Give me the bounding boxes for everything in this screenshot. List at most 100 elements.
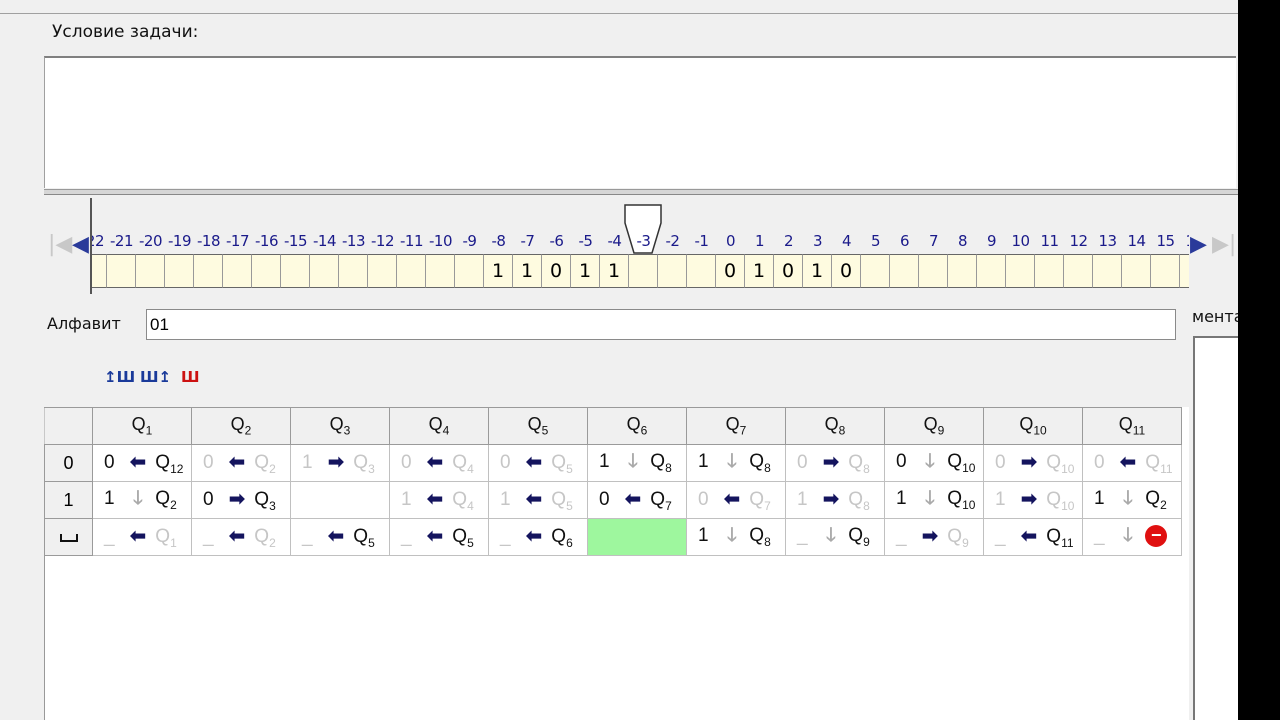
alphabet-input[interactable]: 01 xyxy=(146,309,1176,340)
state-header[interactable]: Q3 xyxy=(290,407,390,445)
transition-cell[interactable]: 0 ➡ Q3 xyxy=(191,481,291,519)
tape-right-icon[interactable]: ▶ xyxy=(1190,234,1207,256)
transition-cell[interactable]: 0 ➡ Q10 xyxy=(983,444,1083,482)
tape-cell[interactable] xyxy=(310,254,339,288)
transition-cell[interactable]: 1 ⬅ Q4 xyxy=(389,481,489,519)
tape-cell[interactable]: 0 xyxy=(832,254,861,288)
transition-cell[interactable]: 1 🡓 Q8 xyxy=(587,444,687,482)
state-header[interactable]: Q6 xyxy=(587,407,687,445)
tape-cell[interactable] xyxy=(107,254,136,288)
tape-cell[interactable]: 1 xyxy=(745,254,774,288)
transition-cell[interactable]: _ ⬅ Q5 xyxy=(389,518,489,556)
state-header[interactable]: Q2 xyxy=(191,407,291,445)
tape-cell[interactable] xyxy=(687,254,716,288)
tape-cell[interactable]: 1 xyxy=(600,254,629,288)
tape-home-icon[interactable]: |◀ xyxy=(48,234,72,256)
tape-cell[interactable] xyxy=(339,254,368,288)
state-header[interactable]: Q4 xyxy=(389,407,489,445)
transition-cell[interactable]: 1 ➡ Q3 xyxy=(290,444,390,482)
transition-cell[interactable] xyxy=(587,518,687,556)
symbol-row-header[interactable]: 0 xyxy=(44,444,93,482)
transition-cell[interactable]: _ 🡓 − xyxy=(1082,518,1182,556)
tape-cell[interactable] xyxy=(194,254,223,288)
splitter[interactable] xyxy=(44,189,1238,195)
transition-cell[interactable]: _ ⬅ Q11 xyxy=(983,518,1083,556)
transition-cell[interactable]: 0 ⬅ Q5 xyxy=(488,444,588,482)
transition-cell[interactable]: 0 ⬅ Q2 xyxy=(191,444,291,482)
insert-column-right-icon[interactable]: Ш↥ xyxy=(140,366,171,390)
state-header[interactable]: Q5 xyxy=(488,407,588,445)
tape-cell[interactable] xyxy=(1093,254,1122,288)
transition-cell[interactable]: 0 ⬅ Q12 xyxy=(92,444,192,482)
transition-cell[interactable]: 1 🡓 Q8 xyxy=(686,444,786,482)
tape-cell[interactable] xyxy=(92,254,107,288)
transition-cell[interactable]: _ ⬅ Q2 xyxy=(191,518,291,556)
state-header[interactable]: Q7 xyxy=(686,407,786,445)
tape-end-icon[interactable]: ▶| xyxy=(1212,234,1236,256)
transition-cell[interactable]: 1 ⬅ Q5 xyxy=(488,481,588,519)
tape-cell[interactable] xyxy=(919,254,948,288)
transition-cell[interactable]: _ 🡓 Q9 xyxy=(785,518,885,556)
transition-cell[interactable]: _ ⬅ Q5 xyxy=(290,518,390,556)
transition-cell[interactable]: 0 ⬅ Q11 xyxy=(1082,444,1182,482)
tape-cell[interactable] xyxy=(658,254,687,288)
tape-cell[interactable] xyxy=(281,254,310,288)
tape-left-icon[interactable]: ◀ xyxy=(72,234,89,256)
tape-cell[interactable]: 1 xyxy=(513,254,542,288)
transition-cell[interactable]: _ ➡ Q9 xyxy=(884,518,984,556)
tape-cell[interactable]: 0 xyxy=(542,254,571,288)
tape-cell[interactable] xyxy=(455,254,484,288)
tape-cell[interactable]: 1 xyxy=(803,254,832,288)
tape-cell[interactable]: 1 xyxy=(484,254,513,288)
state-header[interactable]: Q10 xyxy=(983,407,1083,445)
tape-cell[interactable] xyxy=(629,254,658,288)
tape-cell[interactable] xyxy=(890,254,919,288)
tape-cell[interactable] xyxy=(1151,254,1180,288)
transition-cell[interactable]: 1 ➡ Q10 xyxy=(983,481,1083,519)
tape-cell[interactable] xyxy=(136,254,165,288)
transition-cell[interactable]: 0 ⬅ Q7 xyxy=(587,481,687,519)
condition-textarea[interactable] xyxy=(44,56,1236,188)
insert-column-left-icon[interactable]: ↥Ш xyxy=(104,366,135,390)
comments-box[interactable] xyxy=(1193,336,1238,720)
tape-cell[interactable] xyxy=(426,254,455,288)
tape-cell[interactable] xyxy=(861,254,890,288)
transition-cell[interactable]: 1 ➡ Q8 xyxy=(785,481,885,519)
tape-cell[interactable] xyxy=(1035,254,1064,288)
tape-cell[interactable]: 0 xyxy=(716,254,745,288)
tape-cell[interactable]: 0 xyxy=(774,254,803,288)
state-header[interactable]: Q9 xyxy=(884,407,984,445)
tape-cell[interactable] xyxy=(165,254,194,288)
tape-cell[interactable] xyxy=(223,254,252,288)
transition-cell[interactable]: _ ⬅ Q1 xyxy=(92,518,192,556)
tape-index: 1 xyxy=(754,232,765,250)
symbol-row-header[interactable]: 1 xyxy=(44,481,93,519)
transition-cell[interactable]: 1 🡓 Q2 xyxy=(1082,481,1182,519)
state-header[interactable]: Q11 xyxy=(1082,407,1182,445)
tape-cell[interactable] xyxy=(1180,254,1189,288)
transition-cell[interactable]: 1 🡓 Q8 xyxy=(686,518,786,556)
transition-cell[interactable]: 0 🡓 Q10 xyxy=(884,444,984,482)
tape-cell[interactable] xyxy=(252,254,281,288)
tape-cell[interactable] xyxy=(977,254,1006,288)
tape-cell[interactable] xyxy=(1064,254,1093,288)
tape-cell[interactable] xyxy=(368,254,397,288)
tape-cell[interactable] xyxy=(397,254,426,288)
tape-cell[interactable] xyxy=(1006,254,1035,288)
tape[interactable]: -22-21-20-19-18-17-16-15-14-13-12-11-10-… xyxy=(90,198,1189,294)
transition-cell[interactable]: 1 🡓 Q10 xyxy=(884,481,984,519)
transition-cell[interactable]: 1 🡓 Q2 xyxy=(92,481,192,519)
delete-column-icon[interactable]: Ш xyxy=(181,366,211,390)
state-header[interactable]: Q8 xyxy=(785,407,885,445)
transition-cell[interactable]: 0 ➡ Q8 xyxy=(785,444,885,482)
tape-cell[interactable] xyxy=(1122,254,1151,288)
transition-cell[interactable]: 0 ⬅ Q4 xyxy=(389,444,489,482)
state-header[interactable]: Q1 xyxy=(92,407,192,445)
transition-cell[interactable] xyxy=(290,481,390,519)
tape-cell[interactable] xyxy=(948,254,977,288)
tape-index: -6 xyxy=(549,232,564,250)
transition-cell[interactable]: 0 ⬅ Q7 xyxy=(686,481,786,519)
transition-cell[interactable]: _ ⬅ Q6 xyxy=(488,518,588,556)
symbol-row-header[interactable] xyxy=(44,518,93,556)
tape-cell[interactable]: 1 xyxy=(571,254,600,288)
